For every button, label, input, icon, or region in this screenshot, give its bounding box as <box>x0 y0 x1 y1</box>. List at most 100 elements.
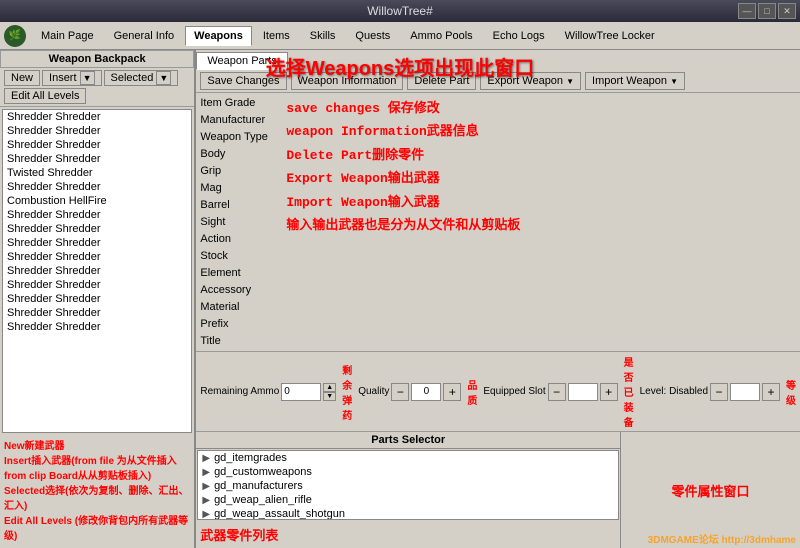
remaining-ammo-down[interactable]: ▼ <box>323 392 336 401</box>
quality-label: Quality <box>358 386 389 397</box>
field-label: Manufacturer <box>200 112 280 128</box>
level-minus[interactable]: − <box>710 383 728 401</box>
weapon-list-item[interactable]: Shredder Shredder <box>3 264 191 278</box>
export-dropdown[interactable]: ▼ <box>566 77 574 86</box>
level-input[interactable] <box>730 383 760 401</box>
weapon-list-item[interactable]: Shredder Shredder <box>3 124 191 138</box>
bottom-controls: Remaining Ammo ▲ ▼ 剩余弹药 Quality − + 品质 E… <box>196 351 800 432</box>
weapon-info-button[interactable]: Weapon Information <box>291 72 404 90</box>
delete-part-button[interactable]: Delete Part <box>407 72 476 90</box>
quality-input[interactable] <box>411 383 441 401</box>
insert-button[interactable]: Insert ▼ <box>42 70 102 86</box>
menu-tab-items[interactable]: Items <box>254 26 299 46</box>
parts-list[interactable]: ▶ gd_itemgrades▶gd_customweapons▶gd_manuf… <box>197 450 619 520</box>
weapon-list-item[interactable]: Shredder Shredder <box>3 110 191 124</box>
quality-minus[interactable]: − <box>391 383 409 401</box>
close-button[interactable]: ✕ <box>778 3 796 19</box>
weapons-list[interactable]: Shredder ShredderShredder ShredderShredd… <box>2 109 192 433</box>
field-label: Material <box>200 299 280 315</box>
part-label: gd_weap_assault_shotgun <box>214 508 345 520</box>
field-label: Accessory <box>200 282 280 298</box>
expand-icon: ▶ <box>202 495 210 506</box>
weapon-list-item[interactable]: Shredder Shredder <box>3 250 191 264</box>
selected-button[interactable]: Selected ▼ <box>104 70 179 86</box>
parts-props-annotation: 零件属性窗口 <box>663 473 757 508</box>
part-list-item[interactable]: ▶gd_manufacturers <box>198 479 618 493</box>
import-dropdown[interactable]: ▼ <box>670 77 678 86</box>
level-group: Level: Disabled − + <box>640 383 780 401</box>
expand-icon: ▶ <box>202 509 210 520</box>
parts-selector-header: Parts Selector <box>196 432 620 449</box>
fields-area: Item GradeManufacturerWeapon TypeBodyGri… <box>196 93 800 351</box>
menu-tabs: Main PageGeneral InfoWeaponsItemsSkillsQ… <box>32 26 664 46</box>
right-panel: Weapon Parts Save Changes Weapon Informa… <box>196 50 800 548</box>
field-label: Prefix <box>200 316 280 332</box>
remaining-ammo-input[interactable] <box>281 383 321 401</box>
ann-editall: Edit All Levels (修改你背包内所有武器等级) <box>4 514 190 544</box>
field-label: Sight <box>200 214 280 230</box>
weapon-list-item[interactable]: Shredder Shredder <box>3 208 191 222</box>
level-plus[interactable]: + <box>762 383 780 401</box>
remaining-ammo-up[interactable]: ▲ <box>323 383 336 392</box>
part-list-item[interactable]: ▶ gd_itemgrades <box>198 451 618 465</box>
right-tabs: Weapon Parts <box>196 50 800 70</box>
maximize-button[interactable]: □ <box>758 3 776 19</box>
insert-dropdown[interactable]: ▼ <box>80 71 95 85</box>
action-annotations: save changes 保存修改 weapon Information武器信息… <box>284 95 796 349</box>
new-button[interactable]: New <box>4 70 40 86</box>
weapon-list-item[interactable]: Shredder Shredder <box>3 236 191 250</box>
field-label: Weapon Type <box>200 129 280 145</box>
weapon-list-item[interactable]: Combustion HellFire <box>3 194 191 208</box>
field-label: Element <box>200 265 280 281</box>
equipped-label: Equipped Slot <box>483 386 545 397</box>
save-changes-button[interactable]: Save Changes <box>200 72 286 90</box>
part-list-item[interactable]: ▶ gd_weap_assault_shotgun <box>198 507 618 520</box>
tab-weapon-parts[interactable]: Weapon Parts <box>196 52 288 70</box>
weapon-list-item[interactable]: Shredder Shredder <box>3 320 191 334</box>
menu-tab-main-page[interactable]: Main Page <box>32 26 103 46</box>
left-annotation: New新建武器 Insert插入武器(from file 为从文件插入 from… <box>0 435 194 548</box>
edit-all-levels-button[interactable]: Edit All Levels <box>4 88 86 104</box>
ann-remaining-ammo: 剩余弹药 <box>342 362 352 422</box>
menu-tab-willowtree-locker[interactable]: WillowTree Locker <box>556 26 664 46</box>
equipped-minus[interactable]: − <box>548 383 566 401</box>
part-label: gd_itemgrades <box>214 452 287 464</box>
field-label: Title <box>200 333 280 349</box>
ann-equipped: 是否已装备 <box>624 354 634 429</box>
export-weapon-button[interactable]: Export Weapon ▼ <box>480 72 581 90</box>
equipped-plus[interactable]: + <box>600 383 618 401</box>
menu-tab-quests[interactable]: Quests <box>346 26 399 46</box>
weapon-list-item[interactable]: Shredder Shredder <box>3 138 191 152</box>
equipped-input[interactable] <box>568 383 598 401</box>
minimize-button[interactable]: — <box>738 3 756 19</box>
action-bar: Save Changes Weapon Information Delete P… <box>196 70 800 93</box>
selected-dropdown[interactable]: ▼ <box>156 71 171 85</box>
field-label: Grip <box>200 163 280 179</box>
weapon-list-item[interactable]: Shredder Shredder <box>3 306 191 320</box>
menu-tab-skills[interactable]: Skills <box>301 26 345 46</box>
weapon-list-item[interactable]: Shredder Shredder <box>3 278 191 292</box>
ann-new: New新建武器 <box>4 439 190 454</box>
expand-icon: ▶ <box>202 467 210 478</box>
menu-tab-weapons[interactable]: Weapons <box>185 26 252 46</box>
weapon-list-item[interactable]: Shredder Shredder <box>3 180 191 194</box>
main-content: Weapon Backpack New Insert ▼ Selected ▼ … <box>0 50 800 548</box>
parts-list-annotation: 武器零件列表 <box>196 521 620 548</box>
weapon-list-item[interactable]: Twisted Shredder <box>3 166 191 180</box>
weapon-list-item[interactable]: Shredder Shredder <box>3 292 191 306</box>
weapon-list-item[interactable]: Shredder Shredder <box>3 222 191 236</box>
fields-labels: Item GradeManufacturerWeapon TypeBodyGri… <box>200 95 280 349</box>
field-label: Item Grade <box>200 95 280 111</box>
menu-tab-general-info[interactable]: General Info <box>105 26 184 46</box>
field-label: Action <box>200 231 280 247</box>
menu-tab-ammo-pools[interactable]: Ammo Pools <box>401 26 481 46</box>
menu-tab-echo-logs[interactable]: Echo Logs <box>484 26 554 46</box>
left-panel: Weapon Backpack New Insert ▼ Selected ▼ … <box>0 50 196 548</box>
quality-plus[interactable]: + <box>443 383 461 401</box>
part-list-item[interactable]: ▶gd_customweapons <box>198 465 618 479</box>
weapon-backpack-header: Weapon Backpack <box>0 50 194 68</box>
part-list-item[interactable]: ▶gd_weap_alien_rifle <box>198 493 618 507</box>
expand-icon: ▶ <box>202 453 210 464</box>
weapon-list-item[interactable]: Shredder Shredder <box>3 152 191 166</box>
import-weapon-button[interactable]: Import Weapon ▼ <box>585 72 685 90</box>
